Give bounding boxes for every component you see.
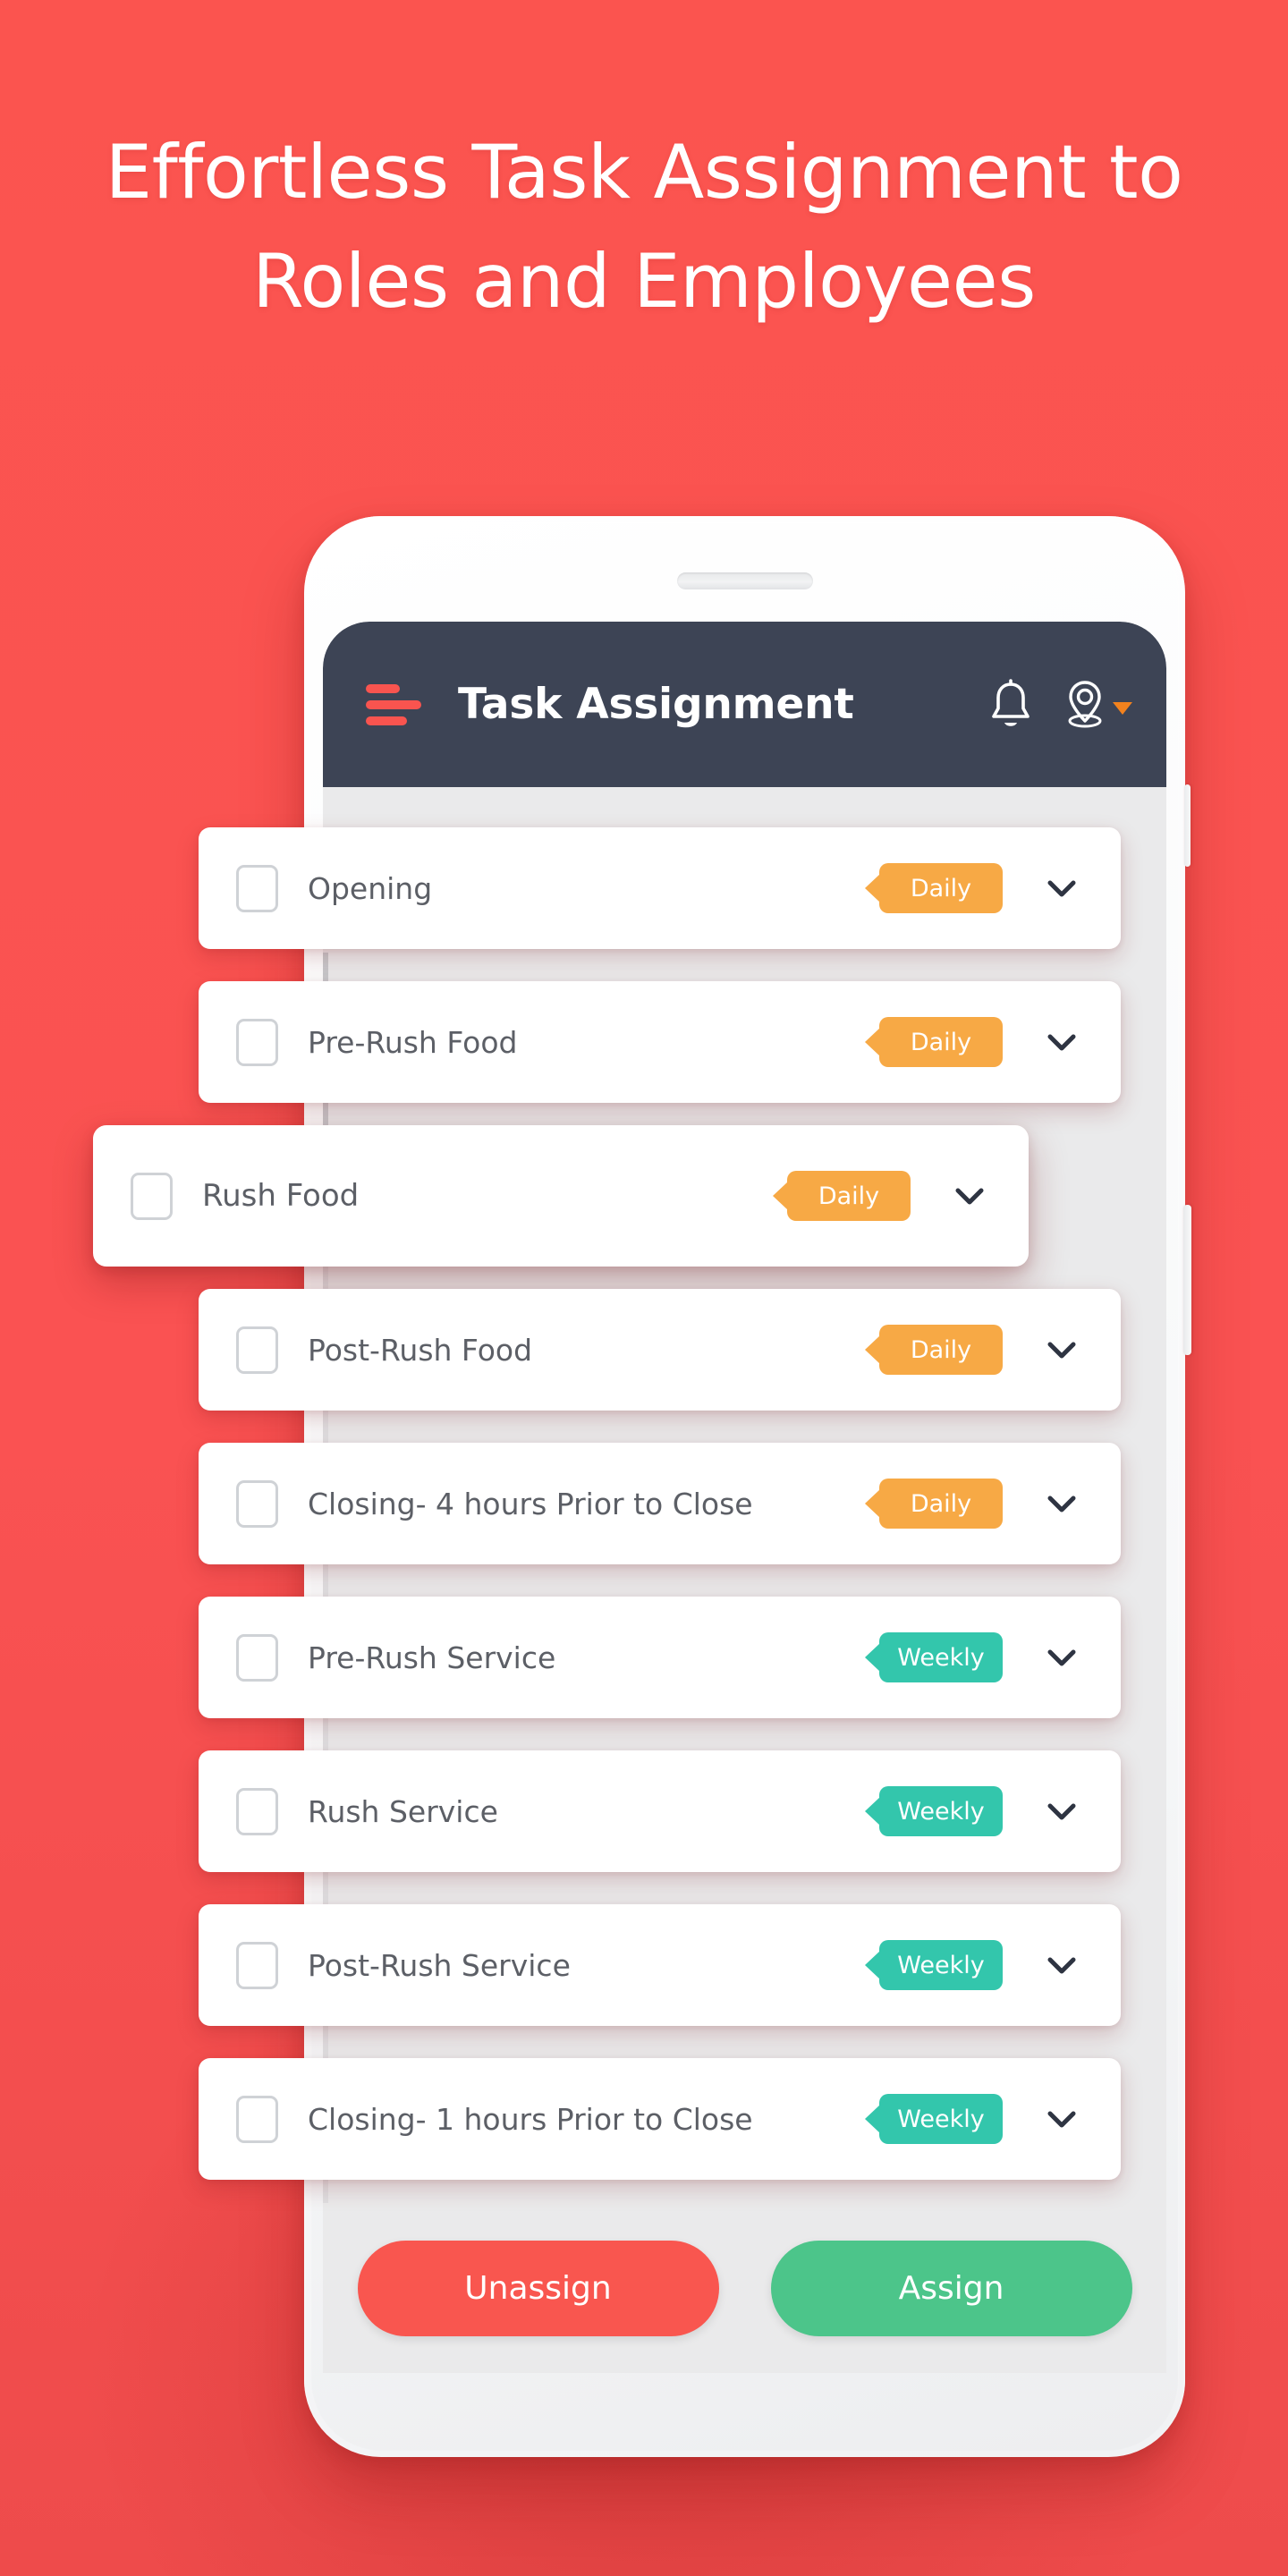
assign-button[interactable]: Assign bbox=[770, 2240, 1132, 2336]
task-card[interactable]: Closing- 4 hours Prior to Close Daily bbox=[199, 1443, 1121, 1564]
task-card[interactable]: Closing- 1 hours Prior to Close Weekly bbox=[199, 2058, 1121, 2180]
frequency-tag-label: Daily bbox=[910, 874, 972, 902]
chevron-down-icon[interactable] bbox=[950, 1176, 989, 1216]
menu-icon-bar-2 bbox=[366, 699, 421, 709]
frequency-tag-label: Weekly bbox=[897, 1951, 985, 1979]
task-card[interactable]: Rush Food Daily bbox=[93, 1125, 1029, 1267]
task-checkbox[interactable] bbox=[236, 1787, 278, 1835]
app-bar-actions bbox=[987, 678, 1132, 731]
task-name: Post-Rush Food bbox=[308, 1332, 533, 1368]
task-card[interactable]: Post-Rush Service Weekly bbox=[199, 1904, 1121, 2026]
frequency-tag-label: Daily bbox=[910, 1028, 972, 1056]
chevron-down-icon[interactable] bbox=[1042, 1022, 1081, 1062]
earpiece-speaker-icon bbox=[676, 572, 813, 589]
task-card[interactable]: Pre-Rush Food Daily bbox=[199, 981, 1121, 1103]
unassign-button[interactable]: Unassign bbox=[357, 2240, 719, 2336]
frequency-tag-label: Daily bbox=[818, 1182, 880, 1210]
task-name: Rush Service bbox=[308, 1793, 498, 1829]
page-headline: Effortless Task Assignment to Roles and … bbox=[105, 129, 1183, 325]
task-card[interactable]: Rush Service Weekly bbox=[199, 1750, 1121, 1872]
action-bar: Unassign Assign bbox=[323, 2203, 1166, 2373]
task-checkbox[interactable] bbox=[236, 2095, 278, 2143]
task-name: Rush Food bbox=[202, 1178, 360, 1214]
app-bar: Task Assignment bbox=[323, 622, 1166, 787]
frequency-tag-label: Weekly bbox=[897, 1643, 985, 1672]
chevron-down-icon[interactable] bbox=[1042, 1792, 1081, 1831]
frequency-tag: Weekly bbox=[879, 2094, 1003, 2144]
task-name: Post-Rush Service bbox=[308, 1947, 571, 1983]
task-name: Closing- 4 hours Prior to Close bbox=[308, 1486, 753, 1521]
chevron-down-icon[interactable] bbox=[1113, 701, 1132, 715]
task-checkbox[interactable] bbox=[236, 864, 278, 912]
task-checkbox[interactable] bbox=[236, 1326, 278, 1374]
task-checkbox[interactable] bbox=[236, 1018, 278, 1066]
chevron-down-icon[interactable] bbox=[1042, 1330, 1081, 1369]
menu-icon[interactable] bbox=[366, 683, 421, 725]
task-name: Pre-Rush Service bbox=[308, 1640, 556, 1675]
chevron-down-icon[interactable] bbox=[1042, 2099, 1081, 2139]
frequency-tag-label: Weekly bbox=[897, 1797, 985, 1826]
chevron-down-icon[interactable] bbox=[1042, 869, 1081, 908]
task-name: Pre-Rush Food bbox=[308, 1024, 518, 1060]
frequency-tag: Weekly bbox=[879, 1940, 1003, 1990]
task-checkbox[interactable] bbox=[131, 1172, 173, 1220]
task-card[interactable]: Pre-Rush Service Weekly bbox=[199, 1597, 1121, 1718]
task-checkbox[interactable] bbox=[236, 1479, 278, 1528]
frequency-tag-label: Daily bbox=[910, 1335, 972, 1364]
frequency-tag-label: Weekly bbox=[897, 2105, 985, 2133]
frequency-tag: Daily bbox=[787, 1171, 911, 1221]
page-title: Task Assignment bbox=[458, 680, 854, 729]
chevron-down-icon[interactable] bbox=[1042, 1945, 1081, 1985]
task-checkbox[interactable] bbox=[236, 1633, 278, 1682]
frequency-tag: Daily bbox=[879, 1325, 1003, 1375]
frequency-tag: Daily bbox=[879, 863, 1003, 913]
phone-volume-button bbox=[1184, 784, 1191, 867]
task-card[interactable]: Post-Rush Food Daily bbox=[199, 1289, 1121, 1411]
chevron-down-icon[interactable] bbox=[1042, 1484, 1081, 1523]
task-card[interactable]: Opening Daily bbox=[199, 827, 1121, 949]
location-pin-icon[interactable] bbox=[1061, 679, 1132, 731]
frequency-tag-label: Daily bbox=[910, 1489, 972, 1518]
task-name: Closing- 1 hours Prior to Close bbox=[308, 2101, 753, 2137]
menu-icon-bar-3 bbox=[366, 716, 407, 725]
phone-power-button bbox=[1183, 1205, 1191, 1355]
task-name: Opening bbox=[308, 870, 433, 906]
chevron-down-icon[interactable] bbox=[1042, 1638, 1081, 1677]
task-checkbox[interactable] bbox=[236, 1941, 278, 1989]
frequency-tag: Daily bbox=[879, 1479, 1003, 1529]
bell-icon[interactable] bbox=[987, 678, 1034, 731]
frequency-tag: Weekly bbox=[879, 1632, 1003, 1682]
menu-icon-bar-1 bbox=[366, 683, 400, 693]
frequency-tag: Daily bbox=[879, 1017, 1003, 1067]
frequency-tag: Weekly bbox=[879, 1786, 1003, 1836]
